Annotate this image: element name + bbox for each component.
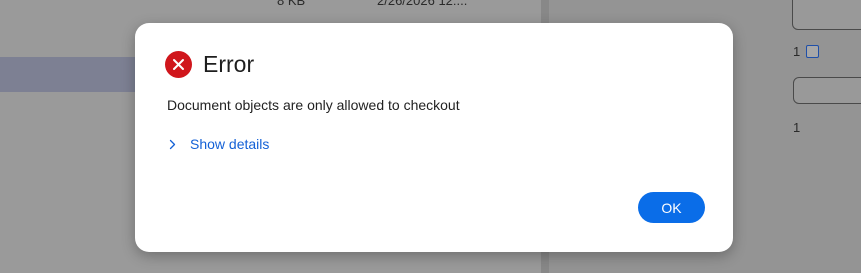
show-details-toggle[interactable]: Show details	[169, 136, 269, 152]
property-field-middle[interactable]	[793, 77, 861, 104]
dialog-header: Error	[165, 51, 254, 78]
chevron-right-icon	[169, 138, 179, 150]
property-count-value: 1	[793, 44, 801, 59]
property-checkbox[interactable]	[806, 45, 819, 58]
dialog-title: Error	[203, 51, 255, 77]
dialog-message: Document objects are only allowed to che…	[167, 97, 460, 113]
file-date-cell: 2/26/2026 12:...	[377, 0, 468, 8]
show-details-label: Show details	[190, 136, 270, 152]
app-window: 8 KB 2/26/2026 12:... 1 1 Error Document…	[0, 0, 861, 273]
file-size-cell: 8 KB	[277, 0, 306, 8]
property-field-top[interactable]	[792, 0, 861, 30]
error-x-icon	[165, 51, 192, 78]
property-count-value-2: 1	[793, 120, 801, 135]
error-dialog: Error Document objects are only allowed …	[135, 23, 733, 252]
ok-button[interactable]: OK	[638, 192, 705, 223]
